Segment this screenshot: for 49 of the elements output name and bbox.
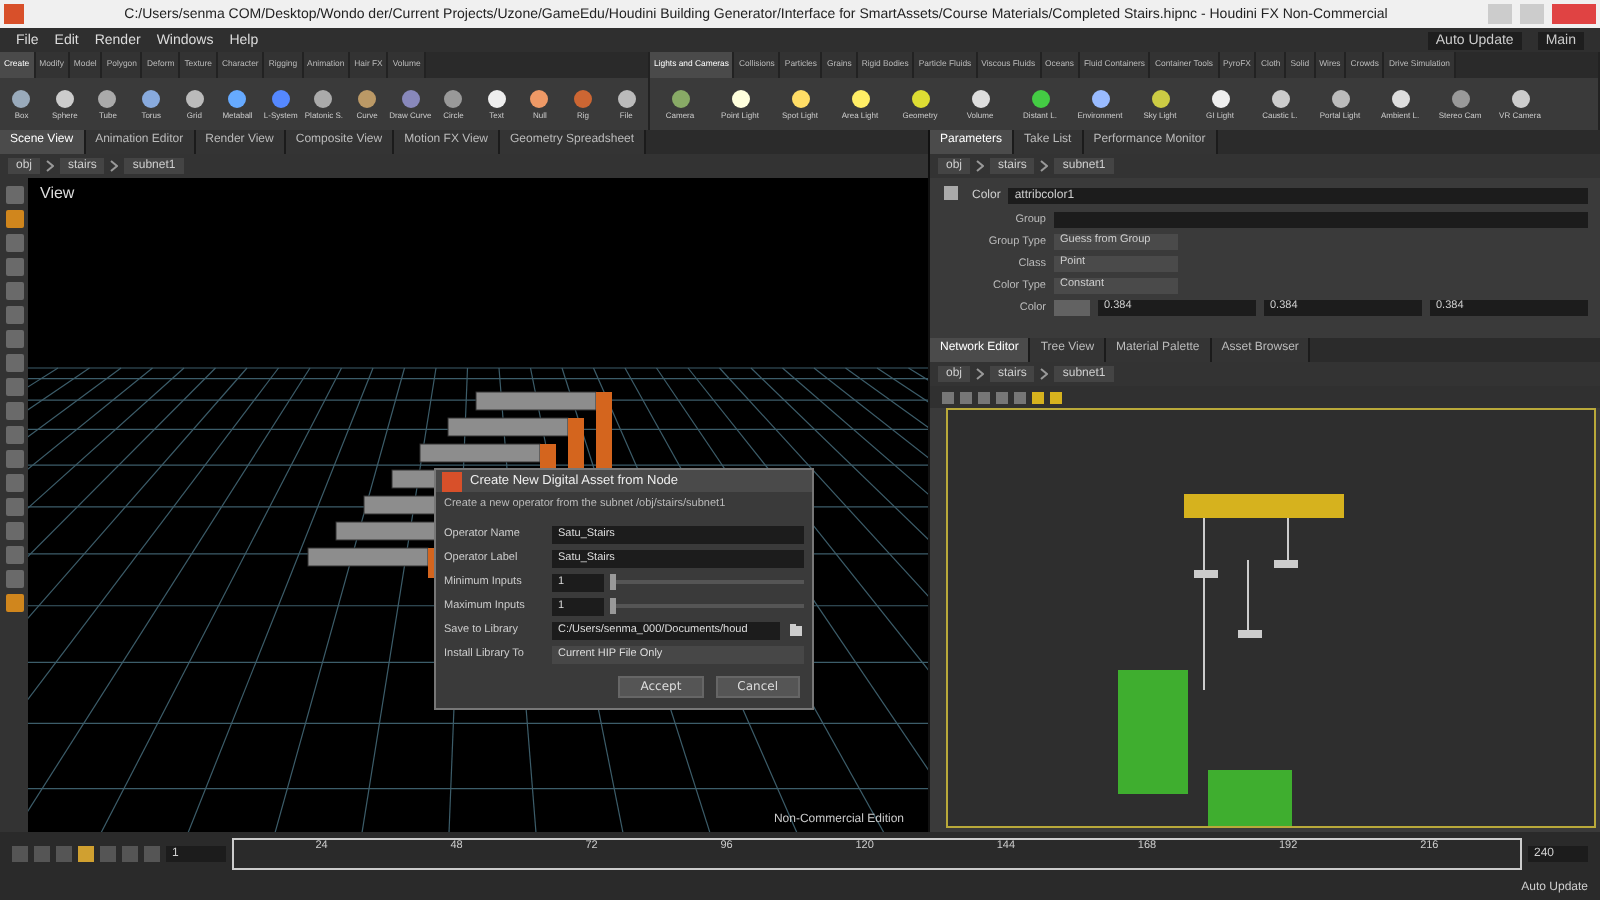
chevron-icon — [976, 160, 985, 172]
node[interactable] — [1238, 630, 1262, 638]
tool-icon — [1509, 88, 1531, 110]
tool-icon — [140, 88, 163, 110]
tool-icon — [183, 88, 206, 110]
tool-icon — [1149, 88, 1171, 110]
chevron-icon — [1040, 368, 1049, 380]
node[interactable] — [1194, 570, 1218, 578]
tool-icon — [1449, 88, 1471, 110]
tool-icon — [1269, 88, 1291, 110]
chevron-icon — [110, 160, 119, 172]
tool-icon — [53, 88, 76, 110]
slider-thumb[interactable] — [610, 598, 616, 614]
tool-icon — [669, 88, 691, 110]
tool-icon — [96, 88, 119, 110]
tool-icon — [1389, 88, 1411, 110]
tool-icon — [909, 88, 931, 110]
tool-icon — [1329, 88, 1351, 110]
tool-icon — [789, 88, 811, 110]
color-swatch[interactable] — [1054, 300, 1090, 316]
slider-thumb[interactable] — [610, 574, 616, 590]
tool-icon — [226, 88, 249, 110]
app-icon — [442, 471, 462, 491]
tool-icon — [269, 88, 292, 110]
tool-icon — [442, 88, 465, 110]
chevron-icon — [46, 160, 55, 172]
node-icon — [942, 184, 964, 206]
tool-icon — [356, 88, 379, 110]
tool-icon — [729, 88, 751, 110]
tool-icon — [10, 88, 33, 110]
tool-icon — [1029, 88, 1051, 110]
subnet-node[interactable] — [1184, 494, 1344, 518]
view-label: View — [40, 184, 75, 202]
chevron-icon — [976, 368, 985, 380]
tool-icon — [969, 88, 991, 110]
tool-icon — [485, 88, 508, 110]
tool-icon — [399, 88, 422, 110]
tool-icon — [312, 88, 335, 110]
app-icon — [4, 4, 24, 24]
text-field[interactable] — [1054, 212, 1588, 228]
tool-icon — [615, 88, 638, 110]
folder-icon — [788, 622, 804, 638]
chevron-icon — [1040, 160, 1049, 172]
tool-icon — [572, 88, 595, 110]
node[interactable] — [1274, 560, 1298, 568]
tool-icon — [849, 88, 871, 110]
tool-icon — [528, 88, 551, 110]
tool-icon — [1089, 88, 1111, 110]
tool-icon — [1209, 88, 1231, 110]
